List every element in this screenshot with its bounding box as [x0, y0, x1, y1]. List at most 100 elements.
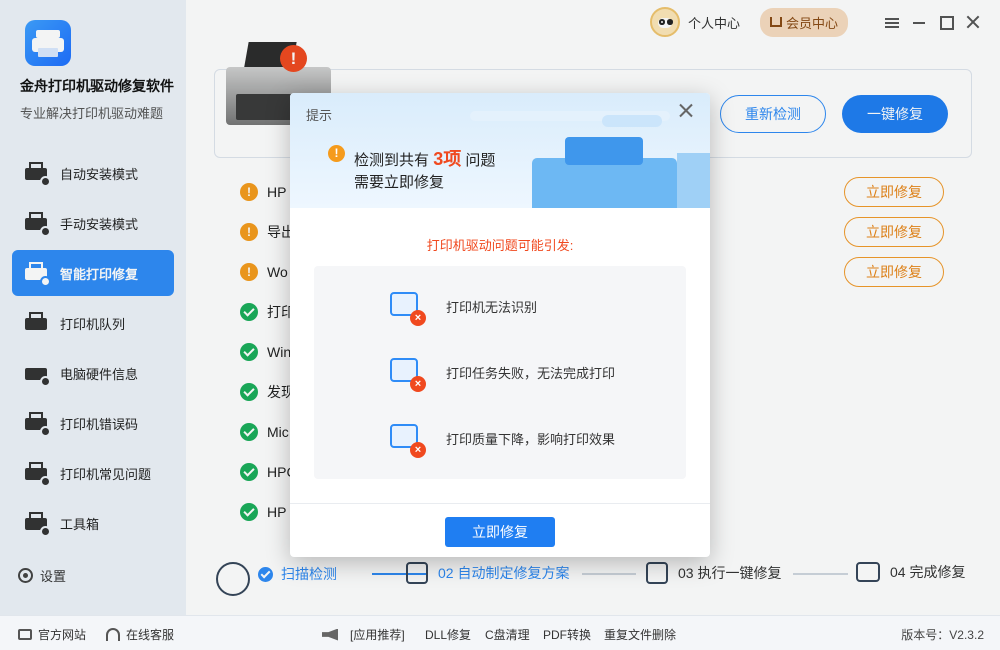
close-icon[interactable]: [678, 103, 694, 119]
warning-icon: !: [240, 263, 258, 281]
cause-text: 打印质量下降，影响打印效果: [446, 431, 616, 447]
dll-repair-link[interactable]: DLL修复: [425, 626, 471, 643]
step-connector: [793, 573, 848, 575]
user-center-link[interactable]: 个人中心: [688, 13, 740, 32]
official-site-link[interactable]: 官方网站: [18, 626, 86, 643]
dialog-header: 提示 ! 检测到共有 3项 问题 需要立即修复: [290, 93, 710, 208]
fix-now-button[interactable]: 立即修复: [844, 177, 944, 207]
faq-icon: [22, 459, 51, 487]
check-icon: [240, 463, 258, 481]
printer-queue-icon: [22, 309, 50, 337]
error-code-icon: [22, 409, 51, 437]
repair-prompt-dialog: 提示 ! 检测到共有 3项 问题 需要立即修复 打印机驱动问题可能引发: × 打…: [290, 93, 710, 557]
sidebar-item-manual-install[interactable]: 手动安装模式: [12, 200, 174, 246]
sidebar-item-smart-repair[interactable]: 智能打印修复: [12, 250, 174, 296]
vip-center-button[interactable]: 会员中心: [759, 7, 848, 37]
alert-icon: !: [280, 45, 307, 72]
step-label: 02 自动制定修复方案: [438, 565, 570, 581]
menu-icon[interactable]: [885, 15, 899, 29]
ai-repair-icon: [22, 259, 51, 287]
close-icon[interactable]: [966, 15, 980, 29]
sidebar-item-auto-install[interactable]: 自动安装模式: [12, 150, 174, 196]
complete-icon: [856, 562, 880, 582]
settings-button[interactable]: 设置: [18, 566, 66, 585]
toolbox-icon: [22, 509, 51, 537]
list-item: ! 导出: [240, 222, 295, 242]
step-scan: 扫描检测: [258, 564, 337, 584]
c-drive-clean-link[interactable]: C盘清理: [485, 626, 530, 643]
settings-label: 设置: [40, 569, 67, 584]
list-item: × 打印任务失败，无法完成打印: [388, 352, 678, 392]
fix-now-button[interactable]: 立即修复: [844, 257, 944, 287]
sidebar-item-label: 手动安装模式: [60, 216, 139, 232]
issue-count: 3项: [433, 149, 462, 169]
sidebar-item-error-code[interactable]: 打印机错误码: [12, 400, 174, 446]
list-item: × 打印机无法识别: [388, 286, 678, 326]
decoration: [565, 137, 643, 165]
app-subtitle: 专业解决打印机驱动难题: [20, 106, 164, 121]
sidebar-item-label: 自动安装模式: [60, 166, 139, 182]
fix-all-button[interactable]: 一键修复: [842, 95, 948, 133]
step-label: 03 执行一键修复: [678, 565, 782, 581]
fix-now-button[interactable]: 立即修复: [445, 517, 555, 547]
online-service-link[interactable]: 在线客服: [106, 626, 174, 643]
decoration: [602, 115, 662, 127]
check-icon: [240, 383, 258, 401]
list-item: 发现: [240, 382, 295, 402]
gear-icon: [18, 568, 33, 583]
recheck-button[interactable]: 重新检测: [720, 95, 826, 133]
headset-icon: [106, 628, 120, 641]
pdf-convert-link[interactable]: PDF转换: [543, 626, 591, 643]
check-icon: [240, 423, 258, 441]
fix-now-button[interactable]: 立即修复: [844, 217, 944, 247]
issue-text: Win: [267, 344, 292, 360]
printer-illustration: [532, 158, 677, 208]
list-item: HPC: [240, 462, 297, 482]
message-prefix: 检测到共有: [354, 152, 430, 169]
sidebar-item-printer-queue[interactable]: 打印机队列: [12, 300, 174, 346]
warning-icon: !: [240, 183, 258, 201]
step-label: 04 完成修复: [890, 564, 966, 580]
dialog-message-line2: 需要立即修复: [354, 174, 445, 191]
app-logo-icon: [25, 20, 71, 66]
sidebar-item-label: 打印机错误码: [60, 416, 139, 432]
title-bar-controls: 个人中心 会员中心: [649, 7, 980, 37]
scan-gauge-icon: [216, 562, 250, 596]
app-title: 金舟打印机驱动修复软件: [20, 78, 174, 94]
minimize-icon[interactable]: [912, 15, 926, 29]
list-item: ! HP: [240, 182, 286, 202]
issue-text: HP: [267, 184, 287, 200]
plan-icon: [406, 562, 428, 584]
version-label: 版本号：V2.3.2: [901, 628, 984, 642]
print-task-failed-icon: ×: [388, 354, 426, 392]
check-icon: [258, 566, 273, 582]
app-recommend-link[interactable]: [应用推荐]: [322, 626, 405, 643]
avatar[interactable]: [649, 7, 680, 37]
check-icon: [240, 503, 258, 521]
crown-icon: [769, 17, 782, 27]
decoration: [677, 153, 710, 208]
message-suffix: 问题: [465, 152, 496, 169]
step-complete: 04 完成修复: [856, 562, 965, 582]
list-item: Mic: [240, 422, 289, 442]
warning-icon: !: [328, 145, 345, 162]
megaphone-icon: [322, 628, 338, 641]
sidebar-item-label: 工具箱: [60, 516, 100, 532]
sidebar-item-faq[interactable]: 打印机常见问题: [12, 450, 174, 496]
sidebar-item-toolbox[interactable]: 工具箱: [12, 500, 174, 546]
vip-center-label: 会员中心: [785, 15, 838, 31]
monitor-icon: [18, 629, 32, 640]
step-execute: 03 执行一键修复: [646, 562, 781, 584]
duplicate-file-link[interactable]: 重复文件删除: [604, 626, 676, 643]
cause-text: 打印任务失败，无法完成打印: [446, 365, 616, 381]
sidebar-item-label: 打印机队列: [60, 316, 126, 332]
footer: 官方网站 在线客服 [应用推荐] DLL修复 C盘清理 PDF转换 重复文件删除…: [0, 615, 1000, 650]
maximize-icon[interactable]: [939, 15, 954, 30]
check-icon: [240, 343, 258, 361]
download-printer-icon: [22, 159, 51, 187]
manual-install-icon: [22, 209, 51, 237]
issue-text: HP: [267, 504, 287, 520]
sidebar-item-hardware-info[interactable]: 电脑硬件信息: [12, 350, 174, 396]
cause-list: × 打印机无法识别 × 打印任务失败，无法完成打印 × 打印质量下降，影响打印效…: [314, 266, 686, 479]
divider: [290, 503, 710, 504]
